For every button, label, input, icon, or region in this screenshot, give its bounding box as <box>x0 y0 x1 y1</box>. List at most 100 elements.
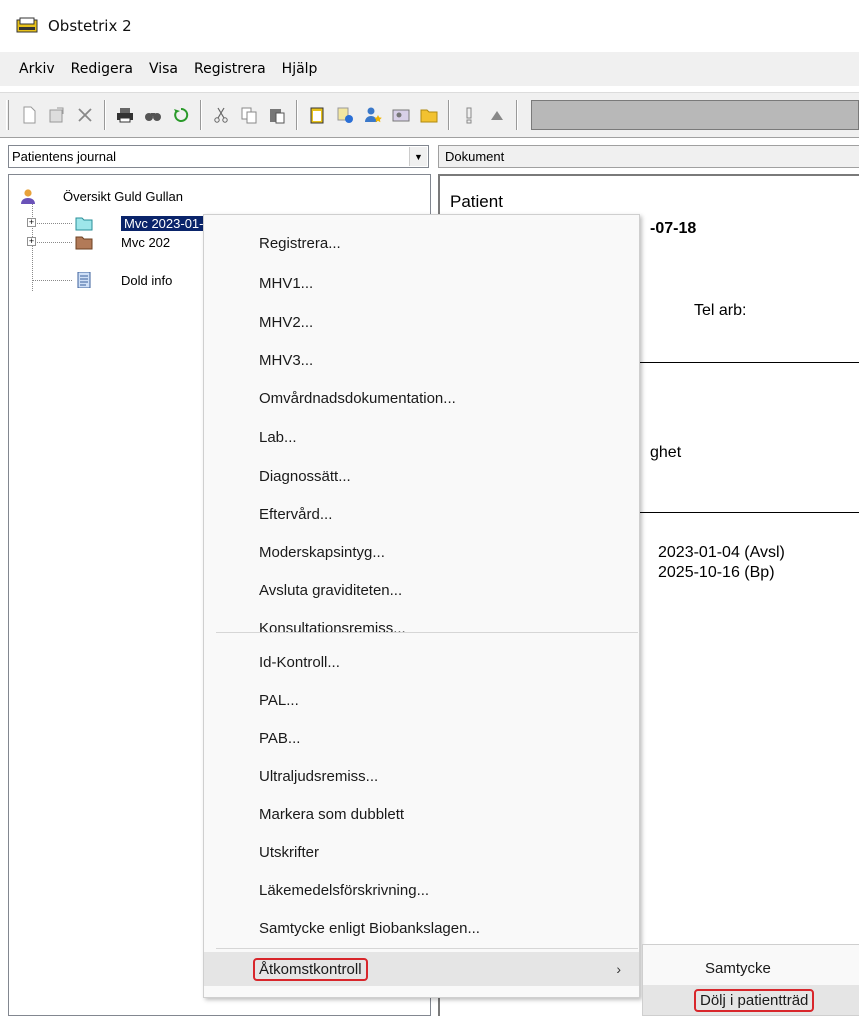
toolbar-separator <box>448 100 450 130</box>
patient-user-icon <box>21 189 35 204</box>
toolbar-separator <box>200 100 202 130</box>
users-icon[interactable] <box>388 101 414 129</box>
submenu-item-samtycke[interactable]: Samtycke <box>643 953 859 983</box>
menu-item-pal[interactable]: PAL... <box>204 685 639 715</box>
menu-item-label: Samtycke enligt Biobankslagen... <box>259 919 480 937</box>
print-icon[interactable] <box>112 101 138 129</box>
documents-info-icon[interactable] <box>332 101 358 129</box>
chevron-down-icon[interactable]: ▼ <box>409 147 427 166</box>
patient-date-partial: -07-18 <box>650 220 697 237</box>
toolbar-separator <box>516 100 518 130</box>
menu-item-label: Id-Kontroll... <box>259 653 340 671</box>
menu-separator <box>216 632 638 633</box>
menu-item-label: PAL... <box>259 691 299 709</box>
properties-icon[interactable] <box>44 101 70 129</box>
menu-item-id-kontroll[interactable]: Id-Kontroll... <box>204 647 639 677</box>
menu-hjalp[interactable]: Hjälp <box>281 59 319 79</box>
menu-item-atkomstkontroll[interactable]: Åtkomstkontroll › <box>204 952 639 986</box>
menu-item-pab[interactable]: PAB... <box>204 723 639 753</box>
alert-icon[interactable] <box>456 101 482 129</box>
menu-item-diagnossatt[interactable]: Diagnossätt... <box>204 461 639 491</box>
refresh-icon[interactable] <box>168 101 194 129</box>
menu-item-ultraljudsremiss[interactable]: Ultraljudsremiss... <box>204 761 639 791</box>
menu-arkiv[interactable]: Arkiv <box>18 59 56 79</box>
toolbar <box>0 92 859 138</box>
tree-item-label: Översikt Guld Gullan <box>63 188 183 204</box>
menu-item-label: Registrera... <box>259 234 341 252</box>
menu-item-label: Läkemedelsförskrivning... <box>259 881 430 899</box>
folder-brown-icon <box>75 236 93 250</box>
menu-item-dubblett[interactable]: Markera som dubblett <box>204 799 639 829</box>
patient-heading: Patient <box>450 192 503 211</box>
menu-visa[interactable]: Visa <box>148 59 179 79</box>
triangle-up-icon[interactable] <box>484 101 510 129</box>
access-control-submenu: Samtycke Dölj i patientträd <box>642 944 859 1016</box>
expand-icon[interactable]: + <box>27 237 36 246</box>
cut-icon[interactable] <box>208 101 234 129</box>
menu-item-lakemedel[interactable]: Läkemedelsförskrivning... <box>204 875 639 905</box>
menu-item-label: Eftervård... <box>259 505 333 523</box>
clipboard-icon[interactable] <box>304 101 330 129</box>
tree-line <box>32 223 72 224</box>
menu-item-omvardnad[interactable]: Omvårdnadsdokumentation... <box>204 383 639 413</box>
document-icon <box>77 272 91 288</box>
menu-item-label: Diagnossätt... <box>259 467 351 485</box>
toolbar-grip[interactable] <box>6 100 9 130</box>
new-document-icon[interactable] <box>16 101 42 129</box>
menu-item-moderskapsintyg[interactable]: Moderskapsintyg... <box>204 537 639 567</box>
menu-registrera[interactable]: Registrera <box>193 59 267 79</box>
menu-item-label: Moderskapsintyg... <box>259 543 385 561</box>
copy-icon[interactable] <box>236 101 262 129</box>
tree-line <box>32 201 33 291</box>
menu-bar: Arkiv Redigera Visa Registrera Hjälp <box>0 52 859 86</box>
menu-item-label: Omvårdnadsdokumentation... <box>259 389 456 407</box>
toolbar-separator <box>104 100 106 130</box>
expand-icon[interactable]: + <box>27 218 36 227</box>
tree-item-mvc-2[interactable]: Mvc 202 <box>75 233 170 251</box>
tree-line <box>32 280 72 281</box>
tree-item-label: Dold info <box>121 272 173 288</box>
menu-item-label: Dölj i patientträd <box>694 988 815 1012</box>
menu-item-registrera[interactable]: Registrera... <box>204 228 639 258</box>
menu-redigera[interactable]: Redigera <box>70 59 134 79</box>
folder-icon[interactable] <box>416 101 442 129</box>
menu-item-avsluta[interactable]: Avsluta graviditeten... <box>204 575 639 605</box>
document-header-label: Dokument <box>445 149 505 164</box>
menu-item-label: MHV1... <box>259 274 314 292</box>
menu-item-label: Ultraljudsremiss... <box>259 767 379 785</box>
menu-item-mhv2[interactable]: MHV2... <box>204 307 639 337</box>
menu-item-label: MHV2... <box>259 313 314 331</box>
tree-item-overview[interactable]: Översikt Guld Gullan <box>19 187 183 205</box>
menu-item-konsultationsremiss[interactable]: Konsultationsremiss... <box>204 613 639 643</box>
find-icon[interactable] <box>140 101 166 129</box>
toolbar-separator <box>296 100 298 130</box>
menu-item-lab[interactable]: Lab... <box>204 422 639 452</box>
toolbar-search-field[interactable] <box>531 100 859 130</box>
menu-separator <box>216 948 638 949</box>
menu-item-label: Åtkomstkontroll <box>253 957 368 981</box>
menu-item-mhv3[interactable]: MHV3... <box>204 345 639 375</box>
menu-item-eftervard[interactable]: Eftervård... <box>204 499 639 529</box>
document-pane-header: Dokument <box>438 145 859 168</box>
paste-icon[interactable] <box>264 101 290 129</box>
user-star-icon[interactable] <box>360 101 386 129</box>
menu-item-label: MHV3... <box>259 351 314 369</box>
menu-item-label: Utskrifter <box>259 843 319 861</box>
partial-text: ghet <box>650 444 682 461</box>
menu-item-label: Konsultationsremiss... <box>259 619 406 637</box>
title-bar: Obstetrix 2 <box>0 0 859 52</box>
menu-item-label: Samtycke <box>705 959 771 977</box>
tree-item-hidden-info[interactable]: Dold info <box>75 271 172 289</box>
tel-arb-label: Tel arb: <box>694 302 747 319</box>
menu-item-utskrifter[interactable]: Utskrifter <box>204 837 639 867</box>
journal-view-select[interactable]: Patientens journal ▼ <box>8 145 429 168</box>
menu-item-biobank[interactable]: Samtycke enligt Biobankslagen... <box>204 913 639 943</box>
tree-item-label: Mvc 202 <box>121 234 171 250</box>
delete-icon[interactable] <box>72 101 98 129</box>
submenu-item-dolj[interactable]: Dölj i patientträd <box>643 985 859 1015</box>
journal-view-value: Patientens journal <box>12 149 117 164</box>
window-title: Obstetrix 2 <box>48 17 132 35</box>
menu-item-label: Lab... <box>259 428 297 446</box>
menu-item-label: Markera som dubblett <box>259 805 405 823</box>
menu-item-mhv1[interactable]: MHV1... <box>204 268 639 298</box>
